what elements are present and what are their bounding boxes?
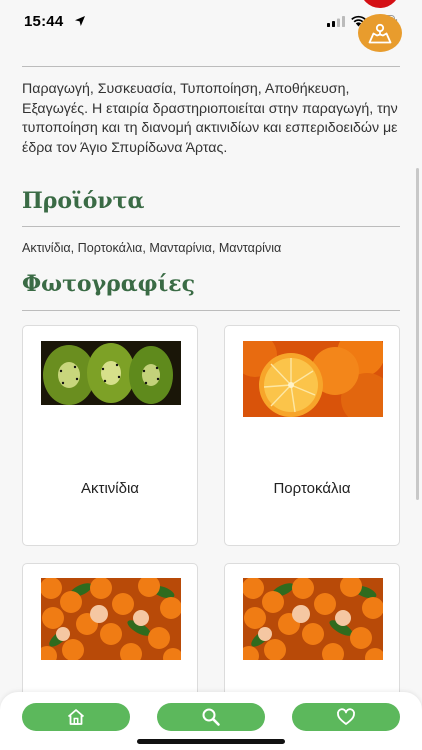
scrollbar-thumb[interactable] [416,168,419,500]
avatar-button[interactable] [358,14,402,52]
tab-search[interactable] [157,703,265,731]
mandarin-photo [41,578,181,660]
tab-home[interactable] [22,703,130,731]
cellular-signal-icon [327,16,345,27]
home-icon [67,709,85,725]
status-time: 15:44 [24,13,64,30]
tab-favorites[interactable] [292,703,400,731]
status-bar: 15:44 [0,0,422,52]
map-person-icon [368,23,392,44]
company-description: Παραγωγή, Συσκευασία, Τυποποίηση, Αποθήκ… [22,81,398,156]
photo-card-kiwi[interactable]: Ακτινίδια [22,325,198,546]
photo-caption: Ακτινίδια [81,480,139,497]
location-arrow-icon [75,16,85,26]
photos-heading: Φωτογραφίες [22,271,195,297]
kiwi-photo [41,341,181,405]
products-divider [22,226,400,227]
top-divider [22,66,400,67]
photos-divider [22,310,400,311]
mandarin-photo [243,578,383,660]
notification-badge [360,0,400,8]
products-heading: Προϊόντα [22,188,145,214]
heart-icon [337,708,355,725]
home-indicator [137,739,285,744]
photo-card-oranges[interactable]: Πορτοκάλια [224,325,400,546]
orange-photo [243,341,383,417]
products-list: Ακτινίδια, Πορτοκάλια, Μανταρίνια, Μαντα… [22,241,282,255]
search-icon [202,708,220,726]
photo-caption: Πορτοκάλια [273,480,351,497]
